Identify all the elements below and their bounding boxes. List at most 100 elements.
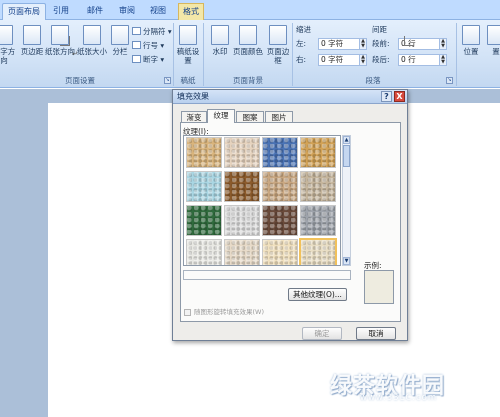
texture-swatch-granite[interactable] (300, 205, 336, 236)
texture-swatch-newsprint[interactable] (186, 239, 222, 265)
position-button[interactable]: 位置 (459, 23, 483, 73)
size-icon (83, 25, 101, 45)
watermark-button[interactable]: 水印 (206, 23, 234, 73)
spinner-arrows-icon[interactable]: ▲ ▼ (440, 38, 447, 50)
texture-swatch-water-droplets[interactable] (186, 171, 222, 202)
columns-label: 分栏 (112, 47, 128, 56)
columns-button[interactable]: 分栏 (106, 23, 134, 73)
spacing-heading: 间距 (372, 25, 387, 34)
line-numbers-button[interactable]: 行号 ▾ (132, 40, 164, 52)
help-icon[interactable]: ? (381, 91, 392, 102)
texture-swatch-green-marble[interactable] (186, 205, 222, 236)
texture-swatch-fish-fossil[interactable] (262, 171, 298, 202)
manuscript-group-label: 稿纸 (180, 76, 196, 85)
ok-button[interactable]: 确定 (302, 327, 342, 340)
hyphenation-icon (132, 55, 141, 63)
close-icon[interactable]: X (394, 91, 405, 102)
dialog-titlebar[interactable]: 填充效果 ? X (173, 90, 407, 104)
size-label: 纸张大小 (77, 47, 107, 56)
tab-view[interactable]: 视图 (147, 3, 169, 20)
group-divider (203, 23, 204, 86)
tab-review[interactable]: 审阅 (116, 3, 138, 20)
hyphenation-button[interactable]: 断字 ▾ (132, 54, 164, 66)
group-divider (456, 23, 457, 86)
indent-right-value[interactable]: 0 字符 (318, 54, 360, 66)
texture-grid (183, 135, 341, 266)
arrange-button[interactable]: 置 (484, 23, 500, 73)
page-setup-launcher-icon[interactable]: ↘ (164, 77, 171, 84)
tab-page-layout[interactable]: 页面布局 (2, 3, 46, 20)
indent-heading: 缩进 (296, 25, 311, 34)
texture-swatch-denim[interactable] (262, 137, 298, 168)
page-color-icon (239, 25, 257, 45)
texture-panel: 纹理(I): ▲ ▼ 其他纹理(O)... 示例: 随图形旋转填充效果(W) (180, 122, 401, 322)
orientation-button[interactable]: 纸张方向 (44, 23, 76, 73)
manuscript-icon (179, 25, 197, 45)
line-numbers-icon (132, 41, 141, 49)
page-borders-button[interactable]: 页面边框 (264, 23, 292, 73)
hyphenation-label: 断字 (143, 55, 158, 64)
texture-swatch-brown-marble[interactable] (262, 205, 298, 236)
watermark-url: www.33LC.com (360, 393, 438, 403)
spacing-after-spinner[interactable]: 段后: 0 行 ▲ ▼ (372, 54, 448, 66)
texture-swatch-sand[interactable] (300, 171, 336, 202)
tab-format[interactable]: 格式 (178, 3, 204, 20)
cancel-button[interactable]: 取消 (356, 327, 396, 340)
manuscript-settings-button[interactable]: 稿纸设置 (176, 23, 200, 73)
position-label: 位置 (463, 47, 479, 56)
texture-swatch-burlap[interactable] (186, 137, 222, 168)
top-left-crop-mark (60, 36, 70, 46)
spinner-arrows-icon[interactable]: ▲ ▼ (440, 54, 447, 66)
paragraph-launcher-icon[interactable]: ↘ (446, 77, 453, 84)
texture-scrollbar[interactable]: ▲ ▼ (342, 135, 351, 266)
scroll-up-icon[interactable]: ▲ (343, 136, 350, 144)
spinner-arrows-icon[interactable]: ▲ ▼ (360, 54, 367, 66)
ribbon-tab-bar: 页面布局 引用 邮件 审阅 视图 格式 (0, 0, 500, 20)
scroll-thumb[interactable] (343, 145, 350, 167)
position-icon (462, 25, 480, 45)
checkbox-box[interactable] (184, 309, 191, 316)
tab-texture[interactable]: 纹理 (207, 109, 235, 123)
spacing-after-value[interactable]: 0 行 (398, 54, 440, 66)
manuscript-settings-label: 稿纸设置 (176, 47, 200, 65)
scroll-down-icon[interactable]: ▼ (343, 257, 350, 265)
page-color-button[interactable]: 页面颜色 (232, 23, 264, 73)
rotate-with-shape-label: 随图形旋转填充效果(W) (194, 308, 264, 316)
breaks-button[interactable]: 分隔符 ▾ (132, 26, 172, 38)
texture-swatch-paper-bag[interactable] (224, 171, 260, 202)
page-color-label: 页面颜色 (233, 47, 263, 56)
watermark-label: 水印 (212, 47, 228, 56)
texture-swatch-woven-mat[interactable] (300, 137, 336, 168)
indent-left-label: 左: (296, 39, 307, 48)
indent-right-spinner[interactable]: 右: 0 字符 ▲ ▼ (296, 54, 368, 66)
texture-swatch-white-marble[interactable] (224, 205, 260, 236)
spacing-after-label: 段后: (372, 55, 390, 64)
top-right-crop-mark (404, 36, 414, 46)
indent-left-value[interactable]: 0 字符 (318, 38, 360, 50)
page-borders-icon (269, 25, 287, 45)
columns-icon (111, 25, 129, 45)
spinner-arrows-icon[interactable]: ▲ ▼ (360, 38, 367, 50)
paragraph-mark-icon: ↵ (72, 50, 78, 58)
group-divider (292, 23, 293, 86)
margins-button[interactable]: 页边距 (18, 23, 46, 73)
text-direction-icon (0, 25, 13, 45)
texture-swatch-stationery[interactable] (299, 238, 337, 265)
page-background-group-label: 页面背景 (233, 76, 263, 85)
arrange-icon (487, 25, 500, 45)
size-button[interactable]: 纸张大小 (76, 23, 108, 73)
texture-swatch-parchment[interactable] (262, 239, 298, 265)
dialog-title: 填充效果 (177, 92, 209, 101)
texture-swatch-recycled-paper[interactable] (224, 239, 260, 265)
page-borders-label: 页面边框 (266, 47, 290, 65)
sample-preview (364, 270, 394, 304)
other-texture-button[interactable]: 其他纹理(O)... (288, 288, 347, 301)
tab-references[interactable]: 引用 (50, 3, 72, 20)
tab-mailings[interactable]: 邮件 (84, 3, 106, 20)
indent-left-spinner[interactable]: 左: 0 字符 ▲ ▼ (296, 38, 368, 50)
margins-label: 页边距 (20, 47, 44, 56)
fill-effects-dialog: 填充效果 ? X 渐变 纹理 图案 图片 纹理(I): ▲ ▼ 其他纹理(O).… (172, 89, 408, 341)
paragraph-group-label: 段落 (365, 76, 381, 85)
texture-swatch-canvas[interactable] (224, 137, 260, 168)
text-direction-button[interactable]: 文字方向 (0, 23, 18, 73)
